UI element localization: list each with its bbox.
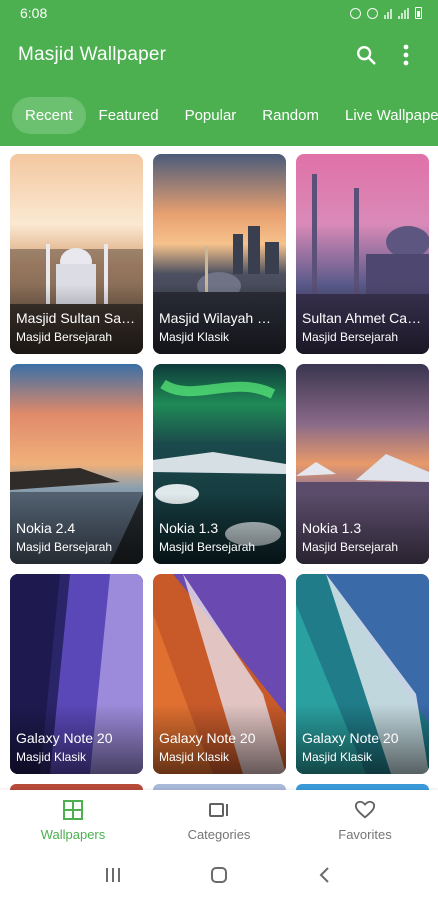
home-icon[interactable]: [209, 865, 229, 885]
search-icon[interactable]: [346, 35, 386, 75]
nav-label: Wallpapers: [40, 826, 106, 842]
card-title: Galaxy Note 20: [302, 730, 399, 746]
recent-apps-icon[interactable]: [103, 866, 123, 884]
tab-bar: Recent Featured Popular Random Live Wall…: [0, 84, 438, 146]
categories-icon: [209, 802, 228, 817]
system-navigation-bar: [0, 850, 438, 900]
tab-recent[interactable]: Recent: [12, 96, 86, 134]
tab-random[interactable]: Random: [249, 97, 332, 134]
card-title: Masjid Wilayah Persekutuan: [159, 310, 280, 326]
card-category: Masjid Klasik: [159, 750, 230, 764]
mute-icon: [367, 7, 378, 19]
wallpaper-card[interactable]: Masjid Wilayah Persekutuan Masjid Klasik: [153, 154, 286, 354]
battery-icon: [415, 7, 422, 19]
tab-featured[interactable]: Featured: [86, 97, 172, 134]
wifi-icon: [384, 8, 392, 19]
tab-popular[interactable]: Popular: [172, 97, 250, 134]
wallpaper-card[interactable]: Galaxy Note 20 Masjid Klasik: [296, 574, 429, 774]
wallpaper-card[interactable]: Masjid Sultan Salahuddin Masjid Bersejar…: [10, 154, 143, 354]
card-category: Masjid Klasik: [16, 750, 87, 764]
card-category: Masjid Klasik: [159, 330, 230, 344]
alarm-icon: [350, 7, 361, 19]
nav-categories[interactable]: Categories: [154, 799, 284, 842]
nav-wallpapers[interactable]: Wallpapers: [8, 799, 138, 842]
wallpaper-card[interactable]: Nokia 2.4 Masjid Bersejarah: [10, 364, 143, 564]
wallpaper-card[interactable]: Nokia 1.3 Masjid Bersejarah: [296, 364, 429, 564]
app-bar: Masjid Wallpaper: [0, 26, 438, 84]
card-title: Nokia 2.4: [16, 520, 76, 536]
card-category: Masjid Bersejarah: [159, 540, 256, 554]
signal-icon: [398, 7, 409, 19]
card-category: Masjid Bersejarah: [302, 330, 399, 344]
wallpaper-grid: Masjid Sultan Salahuddin Masjid Bersejar…: [10, 154, 430, 774]
wallpaper-card[interactable]: Sultan Ahmet Camii Masjid Bersejarah: [296, 154, 429, 354]
nav-favorites[interactable]: Favorites: [300, 799, 430, 842]
wallpaper-card[interactable]: Galaxy Note 20 Masjid Klasik: [10, 574, 143, 774]
status-bar: 6:08: [0, 0, 438, 26]
card-title: Sultan Ahmet Camii: [302, 310, 423, 326]
card-title: Nokia 1.3: [302, 520, 362, 536]
nav-label: Categories: [187, 826, 251, 842]
wallpaper-card[interactable]: Nokia 1.3 Masjid Bersejarah: [153, 364, 286, 564]
card-title: Nokia 1.3: [159, 520, 219, 536]
back-icon[interactable]: [315, 865, 335, 885]
card-category: Masjid Bersejarah: [302, 540, 399, 554]
card-category: Masjid Bersejarah: [16, 540, 113, 554]
tab-live-wallpaper[interactable]: Live Wallpaper: [332, 97, 438, 134]
card-category: Masjid Klasik: [302, 750, 373, 764]
card-category: Masjid Bersejarah: [16, 330, 113, 344]
app-title: Masjid Wallpaper: [18, 44, 167, 65]
bottom-navigation: Wallpapers Categories Favorites: [0, 790, 438, 850]
status-icons: [350, 7, 422, 19]
nav-label: Favorites: [338, 826, 392, 842]
grid-icon: [63, 799, 83, 820]
wallpaper-card[interactable]: Galaxy Note 20 Masjid Klasik: [153, 574, 286, 774]
card-title: Masjid Sultan Salahuddin: [16, 310, 137, 326]
status-time: 6:08: [20, 5, 48, 21]
heart-icon: [354, 800, 376, 819]
more-vert-icon[interactable]: [386, 35, 426, 75]
card-title: Galaxy Note 20: [159, 730, 256, 746]
card-title: Galaxy Note 20: [16, 730, 113, 746]
